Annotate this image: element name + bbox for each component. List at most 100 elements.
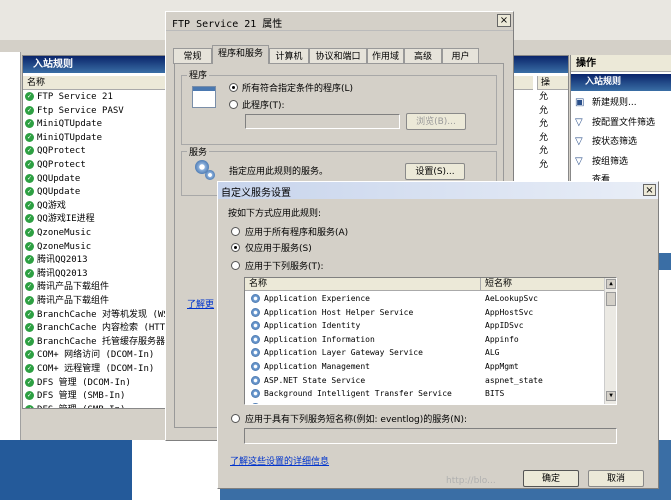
service-short-name: AeLookupSvc [485, 294, 538, 303]
service-row[interactable]: Application Identity AppIDSvc [245, 319, 604, 333]
service-name: Application Host Helper Service [264, 307, 414, 317]
services-title-bar: 自定义服务设置 × [218, 182, 658, 199]
rule-name: QQUpdate [37, 187, 81, 198]
enabled-check-icon: ✓ [25, 268, 34, 278]
rule-row[interactable]: ✓ QQUpdate [25, 173, 80, 187]
action-item[interactable]: ▽ 按状态筛选 [575, 132, 637, 151]
enabled-check-icon: ✓ [25, 364, 34, 373]
rule-action-cell: 允 [539, 92, 549, 102]
rule-row[interactable]: ✓ QQUpdate [25, 186, 80, 200]
service-row[interactable]: Background Intelligent Transfer Service B… [245, 387, 604, 401]
rule-row[interactable]: ✓ QzoneMusic [25, 227, 91, 241]
service-row[interactable]: Application Information Appinfo [245, 333, 604, 347]
rule-row[interactable]: ✓ 腾讯QQ2013 [25, 268, 88, 282]
radio-this-program[interactable] [229, 100, 238, 109]
service-row[interactable]: Application Management AppMgmt [245, 360, 604, 374]
enabled-check-icon: ✓ [25, 119, 34, 129]
tab-0[interactable]: 常规 [173, 48, 212, 64]
rule-action-cell: 允 [539, 105, 549, 116]
tab-1[interactable]: 程序和服务 [212, 45, 269, 64]
action-item[interactable]: ▽ 按组筛选 [575, 152, 628, 171]
service-gear-icon [251, 334, 260, 344]
cancel-button[interactable]: 取消 [588, 470, 644, 487]
enabled-check-icon: ✓ [25, 377, 34, 387]
service-name: Application Layer Gateway Service [264, 348, 423, 358]
enabled-check-icon: ✓ [25, 200, 34, 210]
services-rows: Application Experience AeLookupSvc Applica… [245, 292, 604, 404]
rule-name: DFS 管理 (DCOM-In) [37, 377, 131, 388]
service-short-name: BFE [481, 401, 499, 404]
actions-subheader[interactable]: 入站规则 [571, 74, 671, 91]
tab-3[interactable]: 协议和端口 [309, 48, 367, 64]
browse-button[interactable]: 浏览(B)... [406, 113, 466, 130]
tab-4[interactable]: 作用域 [367, 48, 404, 64]
services-learn-more-link[interactable]: 了解这些设置的详细信息 [230, 454, 329, 467]
tab-2[interactable]: 计算机 [269, 48, 309, 64]
service-row[interactable]: ASP.NET State Service aspnet_state [245, 374, 604, 388]
services-close-button[interactable]: × [643, 184, 656, 196]
rule-row[interactable]: ✓ DFS 管理 (DCOM-In) [25, 377, 131, 391]
service-short-name: AppHostSvc [485, 307, 534, 317]
enabled-check-icon: ✓ [25, 132, 34, 142]
rule-row[interactable]: ✓ 腾讯QQ2013 [25, 254, 88, 268]
rule-row[interactable]: ✓ QQ游戏IE进程 [25, 213, 95, 227]
enabled-check-icon: ✓ [25, 282, 34, 292]
service-short-name: BITS [485, 389, 505, 399]
rule-row[interactable]: ✓ QQProtect [25, 145, 86, 159]
radio-following-services[interactable] [231, 261, 240, 270]
properties-close-button[interactable]: × [497, 14, 511, 27]
service-row[interactable]: Application Layer Gateway Service ALG [245, 346, 604, 360]
rule-name: QQ游戏IE进程 [37, 214, 95, 225]
radio-services-only[interactable] [231, 243, 240, 252]
rule-row[interactable]: ✓ 腾讯产品下载组件 [25, 281, 109, 295]
rule-name: QQProtect [37, 146, 86, 157]
ok-button[interactable]: 确定 [523, 470, 579, 487]
services-settings-button[interactable]: 设置(S)... [405, 163, 465, 180]
rule-row[interactable]: ✓ BranchCache 托管缓存服务器... [25, 336, 181, 350]
radio-following-services-label: 应用于下列服务(T): [245, 262, 324, 272]
service-row[interactable]: Application Experience AeLookupSvc [245, 292, 604, 306]
rule-row[interactable]: ✓DFS 管理 (SMB-In) [25, 390, 125, 404]
services-scrollbar[interactable]: ▲ ▼ [604, 278, 616, 404]
enabled-check-icon: ✓ [25, 391, 34, 401]
service-name: Application Experience [264, 294, 370, 303]
rule-row[interactable]: ✓ QzoneMusic [25, 241, 91, 255]
enabled-check-icon: ✓ [25, 105, 34, 115]
service-row[interactable]: Base Filtering EngineBFE [245, 401, 604, 404]
program-path-field[interactable] [245, 114, 400, 129]
tab-6[interactable]: 用户 [442, 48, 479, 64]
program-window-icon [192, 86, 216, 108]
rule-row[interactable]: ✓ QQProtect [25, 159, 86, 173]
rule-row[interactable]: ✓ QQ游戏 [25, 200, 66, 214]
rule-row[interactable]: ✓ FTP Service 21 [25, 91, 113, 105]
action-item-label: 新建规则... [592, 98, 637, 108]
radio-all-programs[interactable] [229, 83, 238, 92]
service-row[interactable]: Application Host Helper Service AppHostSv… [245, 306, 604, 320]
rules-column-header-action[interactable]: 操 [537, 76, 568, 90]
rule-row[interactable]: ✓ MiniQTUpdate [25, 132, 102, 146]
rule-row[interactable]: ✓ MiniQTUpdate [25, 118, 102, 132]
programs-group-label: 程序 [187, 68, 210, 81]
radio-short-name[interactable] [231, 414, 240, 423]
rule-name: 腾讯产品下载组件 [37, 296, 110, 306]
service-short-name: aspnet_state [485, 375, 543, 385]
services-group-label: 服务 [187, 145, 210, 158]
radio-apply-all[interactable] [231, 227, 240, 236]
rule-row[interactable]: ✓DFS 管理 (SMB-In) [25, 404, 125, 408]
rule-row[interactable]: ✓ COM+ 网络访问 (DCOM-In) [25, 349, 154, 363]
short-name-field[interactable] [244, 428, 617, 444]
radio-all-programs-label: 所有符合指定条件的程序(L) [242, 84, 354, 94]
rule-row[interactable]: ✓ Ftp Service PASV [25, 105, 124, 119]
rule-name: QzoneMusic [37, 241, 92, 252]
services-col-header-short[interactable]: 短名称 [481, 278, 604, 291]
status-gray-box [0, 440, 132, 500]
rule-action-cell: 允 [539, 132, 549, 143]
rule-name: Ftp Service PASV [37, 105, 124, 116]
services-col-header-name[interactable]: 名称 [245, 278, 481, 291]
rule-row[interactable]: ✓ 腾讯产品下载组件 [25, 295, 109, 309]
rule-row[interactable]: ✓ COM+ 远程管理 (DCOM-In) [25, 363, 154, 377]
properties-learn-more-link[interactable]: 了解更 [187, 297, 214, 310]
action-item[interactable]: ▽ 按配置文件筛选 [575, 113, 655, 132]
tab-5[interactable]: 高级 [404, 48, 442, 64]
action-item[interactable]: ▣ 新建规则... [575, 93, 637, 112]
